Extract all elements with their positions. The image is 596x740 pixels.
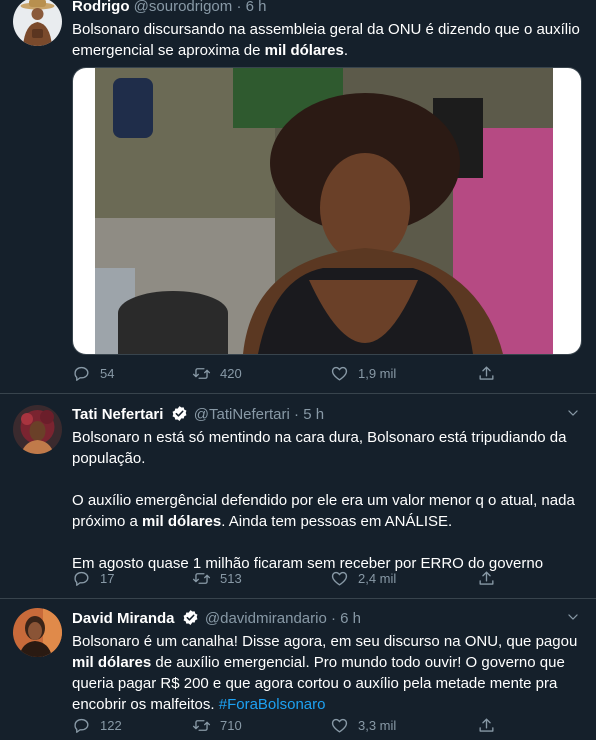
retweet-button[interactable]: 513 bbox=[192, 569, 242, 588]
retweet-icon bbox=[192, 368, 211, 379]
text-segment: . Ainda tem pessoas em ANÁLISE. bbox=[221, 513, 453, 530]
author-name[interactable]: Rodrigo bbox=[72, 0, 130, 15]
avatar[interactable] bbox=[13, 405, 62, 454]
reply-count: 54 bbox=[100, 366, 115, 381]
reply-button[interactable]: 122 bbox=[72, 716, 122, 735]
reply-count: 122 bbox=[100, 718, 122, 733]
tweet-rodrigo[interactable]: Rodrigo @sourodrigom · 6 h Bolsonaro dis… bbox=[0, 0, 596, 393]
tweet-tati-nefertari[interactable]: Tati Nefertari @TatiNefertari · 5 h Bols… bbox=[0, 394, 596, 598]
share-button[interactable] bbox=[477, 569, 496, 588]
share-button[interactable] bbox=[477, 364, 496, 383]
share-button[interactable] bbox=[477, 716, 496, 735]
tweet-text: Bolsonaro é um canalha! Disse agora, em … bbox=[72, 631, 582, 715]
text-bold: mil dólares bbox=[264, 42, 344, 59]
author-handle[interactable]: @TatiNefertari bbox=[194, 406, 290, 423]
tweet-text: Bolsonaro discursando na assembleia gera… bbox=[72, 19, 582, 61]
paragraph: Bolsonaro n está só mentindo na cara dur… bbox=[72, 429, 567, 467]
retweet-count: 710 bbox=[220, 718, 242, 733]
tweet-header: Tati Nefertari @TatiNefertari · 5 h bbox=[72, 405, 324, 423]
share-icon bbox=[479, 571, 494, 585]
timestamp[interactable]: 6 h bbox=[246, 0, 267, 15]
retweet-icon bbox=[192, 720, 211, 731]
tweet-media-image[interactable] bbox=[72, 67, 582, 355]
timestamp[interactable]: 5 h bbox=[303, 406, 324, 423]
like-button[interactable]: 3,3 mil bbox=[330, 716, 396, 735]
verified-icon bbox=[183, 610, 198, 625]
tweet-actions: 54 420 1,9 mil bbox=[72, 364, 512, 384]
chevron-down-icon[interactable] bbox=[566, 406, 580, 420]
paragraph: O auxílio emergêncial defendido por ele … bbox=[72, 490, 582, 532]
separator-dot: · bbox=[294, 406, 300, 423]
retweet-button[interactable]: 710 bbox=[192, 716, 242, 735]
retweet-button[interactable]: 420 bbox=[192, 364, 242, 383]
author-name[interactable]: Tati Nefertari bbox=[72, 406, 163, 423]
author-handle[interactable]: @davidmirandario bbox=[205, 610, 327, 627]
tweet-actions: 17 513 2,4 mil bbox=[72, 569, 512, 589]
tweet-text: Bolsonaro n está só mentindo na cara dur… bbox=[72, 427, 582, 574]
tweet-david-miranda[interactable]: David Miranda @davidmirandario · 6 h Bol… bbox=[0, 599, 596, 740]
hashtag-link[interactable]: #ForaBolsonaro bbox=[219, 696, 326, 713]
author-name[interactable]: David Miranda bbox=[72, 610, 175, 627]
avatar[interactable] bbox=[13, 608, 62, 657]
tweet-actions: 122 710 3,3 mil bbox=[72, 716, 512, 736]
text-segment: . bbox=[343, 42, 348, 59]
like-count: 1,9 mil bbox=[358, 366, 397, 381]
like-icon bbox=[331, 718, 348, 733]
like-button[interactable]: 2,4 mil bbox=[330, 569, 396, 588]
like-count: 2,4 mil bbox=[358, 571, 397, 586]
retweet-count: 513 bbox=[220, 571, 242, 586]
tweet-header: David Miranda @davidmirandario · 6 h bbox=[72, 609, 361, 627]
timestamp[interactable]: 6 h bbox=[340, 610, 361, 627]
verified-icon bbox=[172, 406, 187, 421]
separator-dot: · bbox=[236, 0, 242, 15]
chevron-down-icon[interactable] bbox=[566, 610, 580, 624]
avatar[interactable] bbox=[13, 0, 62, 46]
reply-icon bbox=[74, 571, 89, 586]
reply-count: 17 bbox=[100, 571, 115, 586]
like-count: 3,3 mil bbox=[358, 718, 397, 733]
share-icon bbox=[479, 366, 494, 380]
share-icon bbox=[479, 718, 494, 732]
tweet-header: Rodrigo @sourodrigom · 6 h bbox=[72, 0, 266, 15]
author-handle[interactable]: @sourodrigom bbox=[134, 0, 233, 15]
reply-icon bbox=[74, 366, 89, 381]
reply-button[interactable]: 17 bbox=[72, 569, 114, 588]
retweet-icon bbox=[192, 573, 211, 584]
reply-icon bbox=[74, 718, 89, 733]
like-icon bbox=[331, 366, 348, 381]
separator-dot: · bbox=[331, 610, 336, 627]
text-bold: mil dólares bbox=[72, 654, 152, 671]
like-icon bbox=[331, 571, 348, 586]
reply-button[interactable]: 54 bbox=[72, 364, 114, 383]
text-bold: mil dólares bbox=[142, 513, 222, 530]
text-segment: Bolsonaro é um canalha! Disse agora, em … bbox=[72, 633, 578, 650]
retweet-count: 420 bbox=[220, 366, 242, 381]
like-button[interactable]: 1,9 mil bbox=[330, 364, 396, 383]
